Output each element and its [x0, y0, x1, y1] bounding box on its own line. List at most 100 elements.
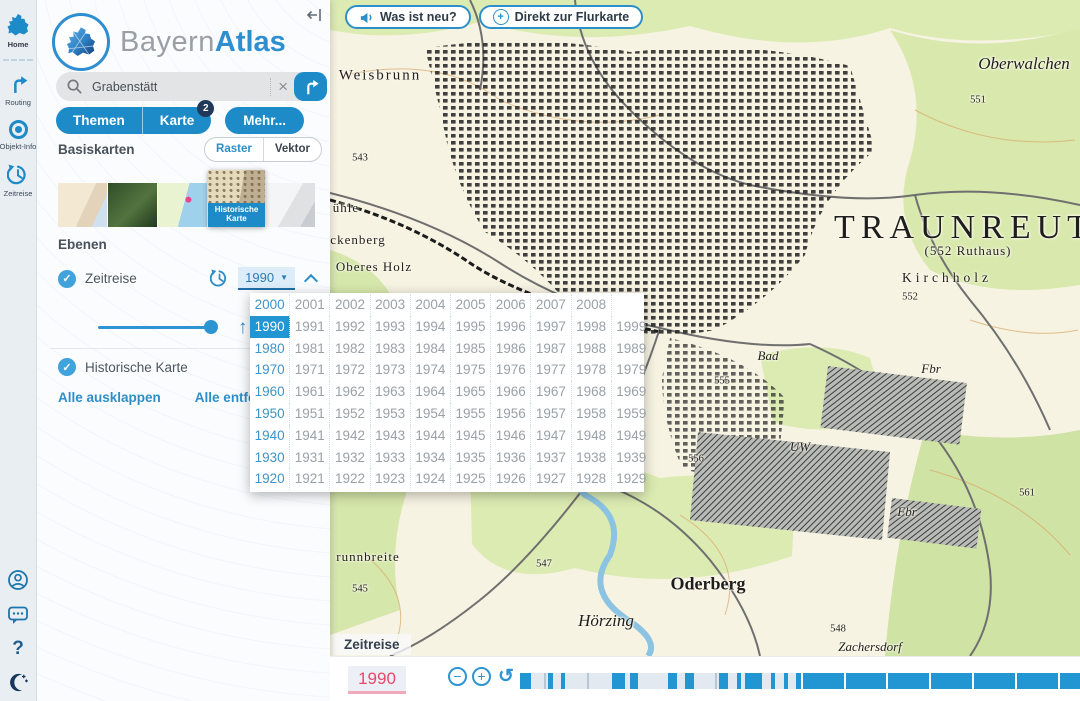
- zoom-out-timeline-button[interactable]: −: [448, 667, 467, 686]
- year-option[interactable]: 2005: [451, 294, 491, 316]
- year-option[interactable]: 1973: [371, 359, 411, 381]
- year-option[interactable]: 1963: [371, 381, 411, 403]
- year-option[interactable]: 1926: [491, 468, 531, 490]
- feedback-chat-icon[interactable]: [7, 605, 29, 625]
- year-option[interactable]: 1983: [371, 338, 411, 360]
- timeline-track[interactable]: 1840185018601870188018901900191019201930…: [520, 673, 1080, 689]
- year-option[interactable]: 1929: [612, 468, 651, 490]
- year-option[interactable]: 1979: [612, 359, 651, 381]
- year-option[interactable]: 1936: [491, 447, 531, 469]
- year-option[interactable]: 1967: [531, 381, 571, 403]
- year-option[interactable]: 1986: [491, 338, 531, 360]
- year-option[interactable]: 1975: [451, 359, 491, 381]
- year-option[interactable]: 1923: [371, 468, 411, 490]
- year-option[interactable]: 2004: [411, 294, 451, 316]
- year-option[interactable]: 1949: [612, 425, 651, 447]
- year-option[interactable]: 1964: [411, 381, 451, 403]
- year-option[interactable]: 1932: [330, 447, 370, 469]
- year-option[interactable]: 1954: [411, 403, 451, 425]
- dark-mode-moon-icon[interactable]: [8, 672, 29, 693]
- year-option[interactable]: 1993: [371, 316, 411, 338]
- year-option[interactable]: 1920: [250, 468, 290, 490]
- year-option[interactable]: 1988: [572, 338, 612, 360]
- year-option[interactable]: 1955: [451, 403, 491, 425]
- year-option[interactable]: 1966: [491, 381, 531, 403]
- year-option[interactable]: 1985: [451, 338, 491, 360]
- year-option[interactable]: 1965: [451, 381, 491, 403]
- year-option[interactable]: 1995: [451, 316, 491, 338]
- year-option[interactable]: 1951: [290, 403, 330, 425]
- routing-button[interactable]: [294, 72, 327, 101]
- year-option[interactable]: 1946: [491, 425, 531, 447]
- basemap-thumb-gray[interactable]: [266, 183, 315, 227]
- year-option[interactable]: 1943: [371, 425, 411, 447]
- year-option[interactable]: 1994: [411, 316, 451, 338]
- year-option[interactable]: 1998: [572, 316, 612, 338]
- year-option[interactable]: 1935: [451, 447, 491, 469]
- year-option[interactable]: 1927: [531, 468, 571, 490]
- year-option[interactable]: 1976: [491, 359, 531, 381]
- year-option[interactable]: 2008: [572, 294, 612, 316]
- year-option[interactable]: 1938: [572, 447, 612, 469]
- year-option[interactable]: 2003: [371, 294, 411, 316]
- year-option[interactable]: 1933: [371, 447, 411, 469]
- basemap-thumb-topo[interactable]: [158, 183, 207, 227]
- year-option[interactable]: 1956: [491, 403, 531, 425]
- year-option[interactable]: 1970: [250, 359, 290, 381]
- chevron-up-icon[interactable]: [304, 273, 318, 287]
- year-option[interactable]: 1942: [330, 425, 370, 447]
- year-option[interactable]: 1987: [531, 338, 571, 360]
- year-option[interactable]: 1928: [572, 468, 612, 490]
- account-icon[interactable]: [7, 569, 29, 591]
- basemap-thumb-aerial[interactable]: [108, 183, 157, 227]
- year-option[interactable]: 2006: [491, 294, 531, 316]
- toggle-raster[interactable]: Raster: [205, 138, 264, 161]
- zoom-in-timeline-button[interactable]: +: [472, 667, 491, 686]
- sidebar-item-home[interactable]: Home: [0, 13, 36, 49]
- basemap-thumb-historic[interactable]: Historische Karte: [208, 170, 265, 227]
- year-option[interactable]: 1959: [612, 403, 651, 425]
- zeitreise-checkbox[interactable]: ✓: [58, 270, 76, 288]
- year-option[interactable]: 2001: [290, 294, 330, 316]
- historische-karte-checkbox[interactable]: ✓: [58, 358, 76, 376]
- year-option[interactable]: 1931: [290, 447, 330, 469]
- year-option[interactable]: 1969: [612, 381, 651, 403]
- slider-knob[interactable]: [204, 320, 218, 334]
- year-option[interactable]: 1921: [290, 468, 330, 490]
- year-option[interactable]: 1989: [612, 338, 651, 360]
- year-option[interactable]: 1941: [290, 425, 330, 447]
- year-option[interactable]: 1991: [290, 316, 330, 338]
- year-option[interactable]: 1960: [250, 381, 290, 403]
- direkt-zur-flurkarte-button[interactable]: + Direkt zur Flurkarte: [479, 5, 644, 29]
- year-option[interactable]: 2000: [250, 294, 290, 316]
- year-option[interactable]: 1977: [531, 359, 571, 381]
- year-option[interactable]: 1924: [411, 468, 451, 490]
- year-option[interactable]: 1939: [612, 447, 651, 469]
- opacity-slider[interactable]: [98, 326, 216, 329]
- year-option[interactable]: 1982: [330, 338, 370, 360]
- year-option[interactable]: 1937: [531, 447, 571, 469]
- year-option[interactable]: 1972: [330, 359, 370, 381]
- year-option[interactable]: 2002: [330, 294, 370, 316]
- basemap-thumb-standard[interactable]: [58, 183, 107, 227]
- year-option[interactable]: 1968: [572, 381, 612, 403]
- help-icon[interactable]: ?: [12, 639, 24, 658]
- year-option[interactable]: 1922: [330, 468, 370, 490]
- year-option[interactable]: 1962: [330, 381, 370, 403]
- whats-new-button[interactable]: Was ist neu?: [345, 5, 471, 29]
- clear-search-icon[interactable]: ×: [278, 78, 288, 95]
- year-option[interactable]: 1978: [572, 359, 612, 381]
- tab-mehr[interactable]: Mehr...: [225, 107, 304, 134]
- year-option[interactable]: 1974: [411, 359, 451, 381]
- sidebar-item-objekt-info[interactable]: Objekt-Info: [0, 120, 36, 151]
- year-option[interactable]: 1947: [531, 425, 571, 447]
- expand-all-link[interactable]: Alle ausklappen: [58, 390, 161, 405]
- year-option[interactable]: 1958: [572, 403, 612, 425]
- move-layer-up-icon[interactable]: ↑: [238, 318, 248, 337]
- year-option[interactable]: 1997: [531, 316, 571, 338]
- year-option[interactable]: 1961: [290, 381, 330, 403]
- search-input[interactable]: [90, 79, 268, 95]
- year-option[interactable]: 1996: [491, 316, 531, 338]
- reset-timeline-icon[interactable]: ↺: [496, 667, 514, 686]
- collapse-panel-button[interactable]: [303, 4, 325, 29]
